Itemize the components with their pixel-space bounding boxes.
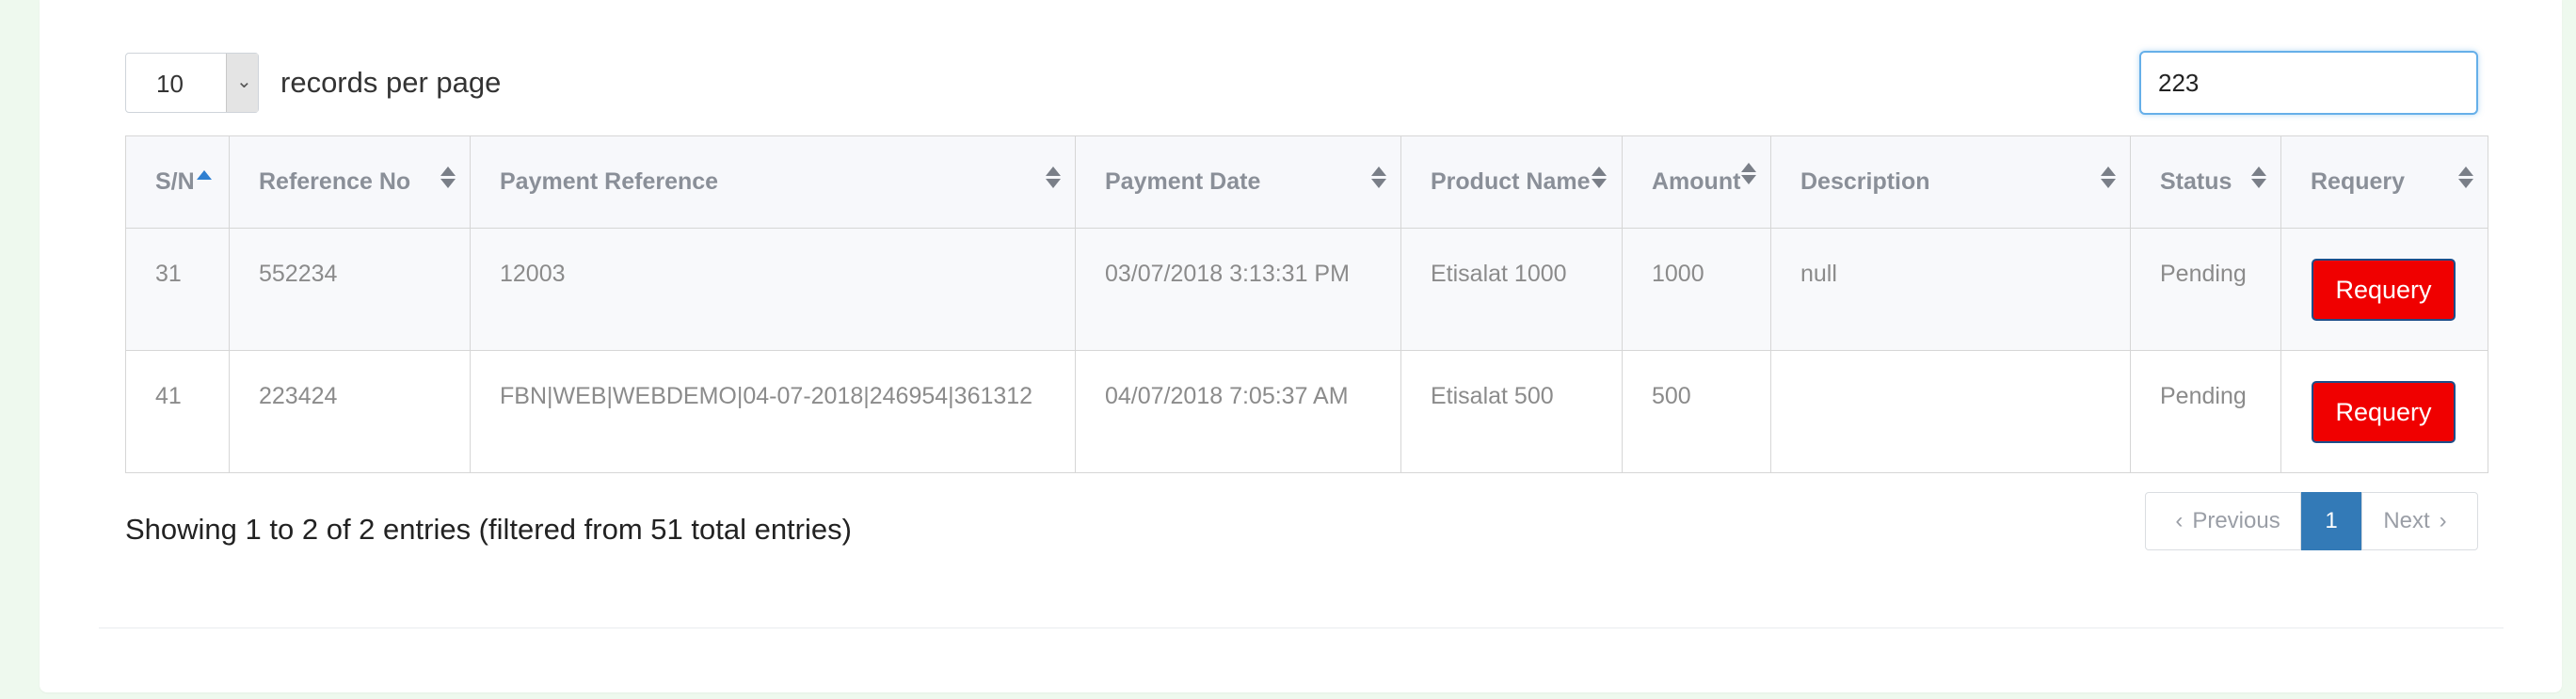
column-header-label: Payment Reference <box>500 168 719 195</box>
cell-product-name: Etisalat 1000 <box>1400 228 1623 351</box>
pagination: ‹ Previous 1 Next › <box>2145 492 2478 550</box>
select-dropdown-button[interactable]: ⌄ <box>226 54 258 112</box>
column-header-status[interactable]: Status <box>2130 135 2281 229</box>
column-header-payment-reference[interactable]: Payment Reference <box>470 135 1076 229</box>
column-header-label: S/N <box>155 168 195 195</box>
column-header-payment-date[interactable]: Payment Date <box>1075 135 1401 229</box>
sort-icon <box>2251 165 2266 193</box>
column-header-sn[interactable]: S/N <box>125 135 230 229</box>
records-per-page-label: records per page <box>280 66 502 99</box>
sort-icon <box>440 165 456 193</box>
column-header-label: Requery <box>2311 168 2406 195</box>
sort-icon <box>1592 165 1607 193</box>
cell-amount: 500 <box>1622 350 1771 473</box>
sort-icon <box>1371 165 1386 193</box>
cell-payment-reference: FBN|WEB|WEBDEMO|04-07-2018|246954|361312 <box>470 350 1076 473</box>
sort-icon <box>1046 165 1061 193</box>
payments-table: S/N Reference No Payment Reference Payme… <box>125 135 2488 473</box>
cell-description <box>1770 350 2131 473</box>
cell-reference-no: 552234 <box>229 228 471 351</box>
cell-status: Pending <box>2130 350 2281 473</box>
requery-button[interactable]: Requery <box>2312 259 2456 321</box>
cell-status: Pending <box>2130 228 2281 351</box>
column-header-label: Payment Date <box>1105 168 1261 195</box>
sort-ascending-icon <box>196 170 212 180</box>
cell-product-name: Etisalat 500 <box>1400 350 1623 473</box>
requery-button[interactable]: Requery <box>2312 381 2456 443</box>
next-label: Next <box>2383 508 2430 533</box>
table-header-row: S/N Reference No Payment Reference Payme… <box>125 135 2488 229</box>
column-header-requery[interactable]: Requery <box>2280 135 2488 229</box>
search-input[interactable] <box>2139 51 2478 115</box>
column-header-label: Reference No <box>259 168 411 195</box>
sort-icon <box>1741 161 1756 189</box>
records-per-page-value: 10 <box>156 70 184 98</box>
column-header-product-name[interactable]: Product Name <box>1400 135 1623 229</box>
column-header-description[interactable]: Description <box>1770 135 2131 229</box>
column-header-label: Status <box>2160 168 2232 195</box>
cell-sn: 41 <box>125 350 230 473</box>
next-page-button[interactable]: Next › <box>2361 492 2478 550</box>
previous-label: Previous <box>2192 508 2280 533</box>
column-header-label: Amount <box>1652 168 1741 195</box>
page-button-1[interactable]: 1 <box>2301 492 2361 550</box>
cell-sn: 31 <box>125 228 230 351</box>
chevron-left-icon: ‹ <box>2175 508 2184 533</box>
chevron-right-icon: › <box>2439 508 2447 533</box>
table-row: 41 223424 FBN|WEB|WEBDEMO|04-07-2018|246… <box>125 350 2488 473</box>
cell-amount: 1000 <box>1622 228 1771 351</box>
cell-requery: Requery <box>2280 350 2488 473</box>
cell-payment-date: 03/07/2018 3:13:31 PM <box>1075 228 1401 351</box>
column-header-label: Product Name <box>1431 168 1591 195</box>
chevron-down-icon: ⌄ <box>236 71 252 92</box>
column-header-amount[interactable]: Amount <box>1622 135 1771 229</box>
cell-description: null <box>1770 228 2131 351</box>
column-header-reference-no[interactable]: Reference No <box>229 135 471 229</box>
table-row: 31 552234 12003 03/07/2018 3:13:31 PM Et… <box>125 228 2488 351</box>
records-per-page-select[interactable]: 10 ⌄ <box>125 53 259 113</box>
cell-payment-reference: 12003 <box>470 228 1076 351</box>
previous-page-button[interactable]: ‹ Previous <box>2145 492 2301 550</box>
sort-icon <box>2101 165 2116 193</box>
cell-reference-no: 223424 <box>229 350 471 473</box>
table-info: Showing 1 to 2 of 2 entries (filtered fr… <box>125 513 852 546</box>
cell-requery: Requery <box>2280 228 2488 351</box>
column-header-label: Description <box>1800 168 1930 195</box>
cell-payment-date: 04/07/2018 7:05:37 AM <box>1075 350 1401 473</box>
sort-icon <box>2458 165 2473 193</box>
